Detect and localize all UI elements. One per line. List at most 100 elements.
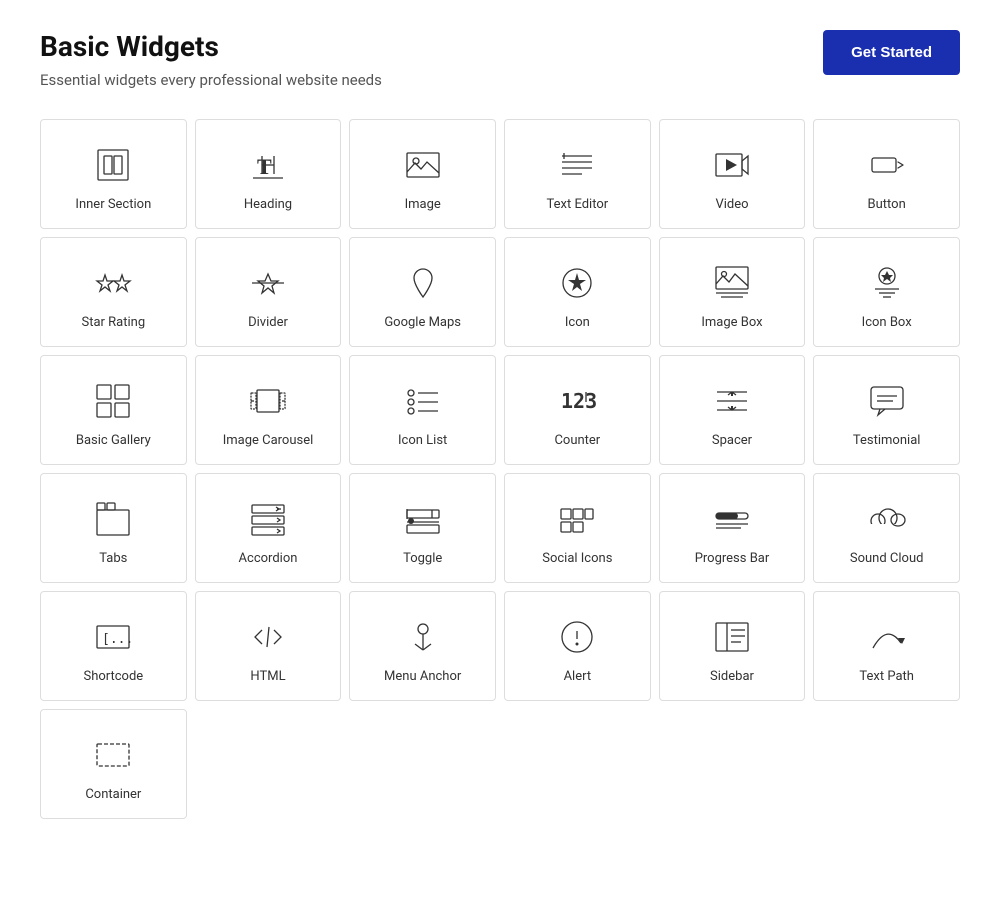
- image-carousel-icon: [246, 379, 290, 423]
- image-box-icon: [710, 261, 754, 305]
- widget-label-text-path: Text Path: [859, 669, 914, 684]
- widgets-grid: Inner Section T Heading Image Text Editor Vid…: [40, 119, 960, 819]
- widget-card-container[interactable]: Container: [40, 709, 187, 819]
- widget-label-video: Video: [715, 197, 748, 212]
- widget-label-icon-box: Icon Box: [862, 315, 912, 330]
- widget-card-shortcode[interactable]: [...] Shortcode: [40, 591, 187, 701]
- widget-label-html: HTML: [250, 669, 285, 684]
- widget-label-sound-cloud: Sound Cloud: [850, 551, 924, 566]
- widget-label-sidebar: Sidebar: [710, 669, 754, 684]
- testimonial-icon: [865, 379, 909, 423]
- widget-card-icon-box[interactable]: Icon Box: [813, 237, 960, 347]
- widget-card-counter[interactable]: 123 Counter: [504, 355, 651, 465]
- widget-label-toggle: Toggle: [403, 551, 442, 566]
- header-left: Basic Widgets Essential widgets every pr…: [40, 30, 382, 89]
- widget-card-social-icons[interactable]: Social Icons: [504, 473, 651, 583]
- sound-cloud-icon: [865, 497, 909, 541]
- widget-label-icon-list: Icon List: [398, 433, 447, 448]
- star-rating-icon: [91, 261, 135, 305]
- text-editor-icon: [555, 143, 599, 187]
- widget-label-inner-section: Inner Section: [75, 197, 151, 212]
- alert-icon: [555, 615, 599, 659]
- widget-label-button: Button: [868, 197, 906, 212]
- button-icon: [865, 143, 909, 187]
- widget-card-divider[interactable]: Divider: [195, 237, 342, 347]
- shortcode-icon: [...]: [91, 615, 135, 659]
- widget-label-counter: Counter: [554, 433, 600, 448]
- widget-card-text-editor[interactable]: Text Editor: [504, 119, 651, 229]
- widget-card-star-rating[interactable]: Star Rating: [40, 237, 187, 347]
- widget-card-toggle[interactable]: Toggle: [349, 473, 496, 583]
- widget-label-image: Image: [405, 197, 441, 212]
- spacer-icon: [710, 379, 754, 423]
- widget-label-container: Container: [85, 787, 141, 802]
- widget-card-sidebar[interactable]: Sidebar: [659, 591, 806, 701]
- widget-card-image-carousel[interactable]: Image Carousel: [195, 355, 342, 465]
- widget-card-alert[interactable]: Alert: [504, 591, 651, 701]
- widget-label-image-carousel: Image Carousel: [223, 433, 314, 448]
- page-header: Basic Widgets Essential widgets every pr…: [40, 30, 960, 89]
- heading-icon: T: [246, 143, 290, 187]
- svg-text:T: T: [257, 154, 272, 179]
- widget-card-basic-gallery[interactable]: Basic Gallery: [40, 355, 187, 465]
- menu-anchor-icon: [401, 615, 445, 659]
- tabs-icon: [91, 497, 135, 541]
- widget-card-button[interactable]: Button: [813, 119, 960, 229]
- social-icons-icon: [555, 497, 599, 541]
- widget-label-progress-bar: Progress Bar: [695, 551, 770, 566]
- svg-text:[...]: [...]: [102, 632, 132, 647]
- widget-card-sound-cloud[interactable]: Sound Cloud: [813, 473, 960, 583]
- widget-label-alert: Alert: [564, 669, 592, 684]
- widget-label-testimonial: Testimonial: [853, 433, 921, 448]
- page-title: Basic Widgets: [40, 30, 382, 63]
- basic-gallery-icon: [91, 379, 135, 423]
- inner-section-icon: [91, 143, 135, 187]
- page-subtitle: Essential widgets every professional web…: [40, 71, 382, 89]
- widget-card-text-path[interactable]: Text Path: [813, 591, 960, 701]
- widget-label-tabs: Tabs: [99, 551, 127, 566]
- image-icon: [401, 143, 445, 187]
- progress-bar-icon: [710, 497, 754, 541]
- widget-card-image-box[interactable]: Image Box: [659, 237, 806, 347]
- svg-text:123: 123: [561, 389, 596, 413]
- widget-label-star-rating: Star Rating: [82, 315, 146, 330]
- widget-card-tabs[interactable]: Tabs: [40, 473, 187, 583]
- container-icon: [91, 733, 135, 777]
- widget-label-icon: Icon: [565, 315, 590, 330]
- widget-card-icon-list[interactable]: Icon List: [349, 355, 496, 465]
- widget-card-heading[interactable]: T Heading: [195, 119, 342, 229]
- text-path-icon: [865, 615, 909, 659]
- divider-icon: [246, 261, 290, 305]
- widget-label-accordion: Accordion: [239, 551, 298, 566]
- icon-icon: [555, 261, 599, 305]
- widget-label-text-editor: Text Editor: [547, 197, 609, 212]
- toggle-icon: [401, 497, 445, 541]
- get-started-button[interactable]: Get Started: [823, 30, 960, 75]
- html-icon: [246, 615, 290, 659]
- widget-label-social-icons: Social Icons: [542, 551, 612, 566]
- widget-label-google-maps: Google Maps: [384, 315, 461, 330]
- widget-card-image[interactable]: Image: [349, 119, 496, 229]
- widget-label-heading: Heading: [244, 197, 292, 212]
- accordion-icon: [246, 497, 290, 541]
- widget-label-image-box: Image Box: [701, 315, 762, 330]
- sidebar-icon: [710, 615, 754, 659]
- widget-card-spacer[interactable]: Spacer: [659, 355, 806, 465]
- widget-label-shortcode: Shortcode: [83, 669, 143, 684]
- video-icon: [710, 143, 754, 187]
- widget-label-basic-gallery: Basic Gallery: [76, 433, 151, 448]
- widget-label-divider: Divider: [248, 315, 288, 330]
- widget-card-inner-section[interactable]: Inner Section: [40, 119, 187, 229]
- widget-card-progress-bar[interactable]: Progress Bar: [659, 473, 806, 583]
- widget-card-google-maps[interactable]: Google Maps: [349, 237, 496, 347]
- widget-card-menu-anchor[interactable]: Menu Anchor: [349, 591, 496, 701]
- widget-label-menu-anchor: Menu Anchor: [384, 669, 461, 684]
- widget-card-icon[interactable]: Icon: [504, 237, 651, 347]
- counter-icon: 123: [555, 379, 599, 423]
- widget-card-testimonial[interactable]: Testimonial: [813, 355, 960, 465]
- widget-card-accordion[interactable]: Accordion: [195, 473, 342, 583]
- widget-card-video[interactable]: Video: [659, 119, 806, 229]
- icon-list-icon: [401, 379, 445, 423]
- widget-label-spacer: Spacer: [712, 433, 752, 448]
- widget-card-html[interactable]: HTML: [195, 591, 342, 701]
